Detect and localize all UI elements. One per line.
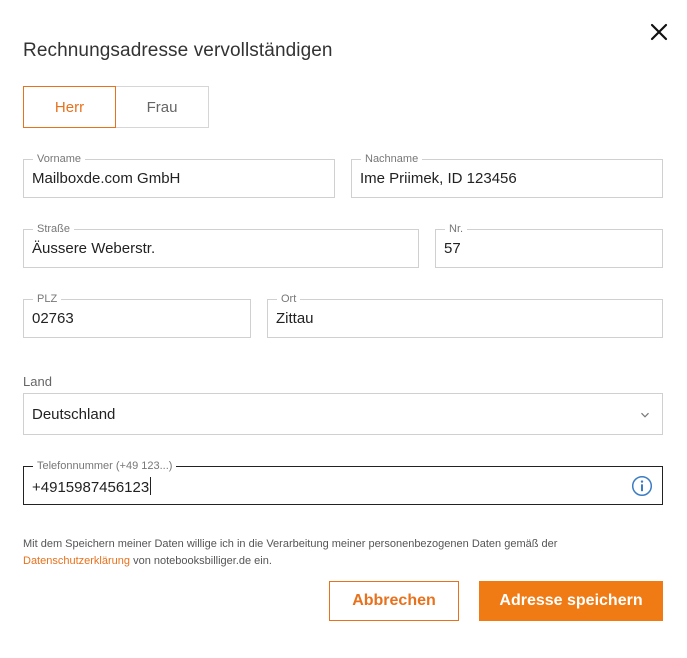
text-cursor (150, 477, 152, 495)
country-select[interactable]: Deutschland (23, 393, 663, 435)
phone-value-wrap: +4915987456123 (32, 477, 152, 496)
first-name-field[interactable]: Vorname Mailboxde.com GmbH (23, 152, 335, 198)
billing-address-dialog: Rechnungsadresse vervollständigen Herr F… (0, 0, 687, 658)
save-address-button[interactable]: Adresse speichern (479, 581, 663, 621)
last-name-value: Ime Priimek, ID 123456 (360, 170, 517, 187)
house-number-field[interactable]: Nr. 57 (435, 222, 663, 268)
consent-text-before: Mit dem Speichern meiner Daten willige i… (23, 538, 558, 550)
last-name-label: Nachname (361, 152, 423, 166)
city-field[interactable]: Ort Zittau (267, 292, 663, 338)
phone-field[interactable]: Telefonnummer (+49 123...) +491598745612… (23, 459, 663, 505)
chevron-down-icon (641, 412, 649, 418)
dialog-title: Rechnungsadresse vervollständigen (23, 40, 333, 61)
salutation-frau-button[interactable]: Frau (116, 86, 209, 128)
postal-code-field[interactable]: PLZ 02763 (23, 292, 251, 338)
first-name-value: Mailboxde.com GmbH (32, 170, 181, 187)
street-field[interactable]: Straße Äussere Weberstr. (23, 222, 419, 268)
country-value: Deutschland (32, 406, 116, 423)
postal-code-label: PLZ (33, 292, 62, 306)
first-name-label: Vorname (33, 152, 86, 166)
city-value: Zittau (276, 310, 314, 327)
phone-label: Telefonnummer (+49 123...) (33, 459, 177, 473)
salutation-toggle: Herr Frau (23, 86, 209, 128)
close-icon[interactable] (647, 20, 671, 44)
last-name-field[interactable]: Nachname Ime Priimek, ID 123456 (351, 152, 663, 198)
salutation-herr-button[interactable]: Herr (23, 86, 116, 128)
cancel-button[interactable]: Abbrechen (329, 581, 459, 621)
street-value: Äussere Weberstr. (32, 240, 156, 257)
city-label: Ort (277, 292, 301, 306)
house-number-value: 57 (444, 240, 461, 257)
consent-text-after: von notebooksbilliger.de ein. (133, 554, 272, 567)
house-number-label: Nr. (445, 222, 468, 236)
privacy-policy-link[interactable]: Datenschutzerklärung (23, 555, 130, 567)
info-icon[interactable] (631, 475, 653, 497)
phone-value: +4915987456123 (32, 479, 150, 496)
street-label: Straße (33, 222, 75, 236)
privacy-consent-text: Mit dem Speichern meiner Daten willige i… (23, 536, 643, 569)
postal-code-value: 02763 (32, 310, 74, 327)
country-label: Land (23, 374, 52, 389)
